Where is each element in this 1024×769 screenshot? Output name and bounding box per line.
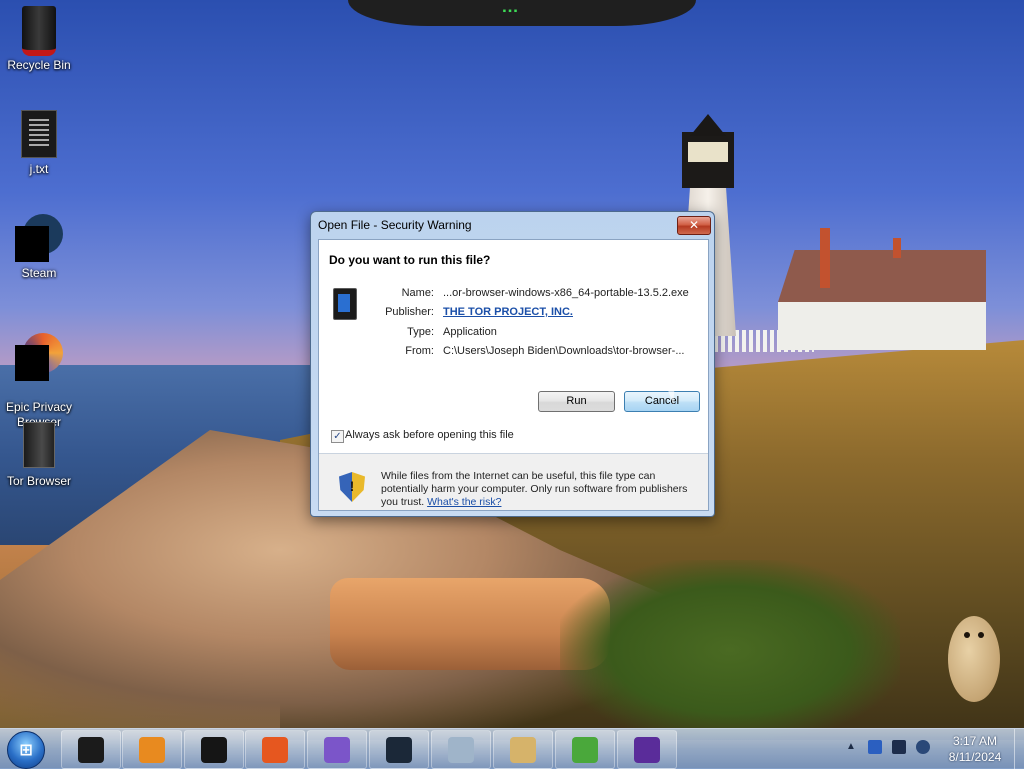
paint-icon: [510, 737, 536, 763]
hamster-desktop-pet[interactable]: [944, 606, 1004, 706]
taskbar-item-3[interactable]: [184, 730, 244, 769]
steam-icon: [386, 737, 412, 763]
run-button[interactable]: Run: [538, 391, 615, 412]
taskbar-item-5[interactable]: [307, 730, 367, 769]
always-ask-checkbox[interactable]: ✓: [331, 430, 344, 443]
recycle-bin-icon: [22, 6, 56, 56]
taskbar-item-9[interactable]: [555, 730, 615, 769]
tray-overflow-button[interactable]: ▲: [846, 741, 856, 752]
tor-file-icon: [201, 737, 227, 763]
close-button[interactable]: ✕: [677, 216, 711, 235]
publisher-label: Publisher:: [385, 306, 434, 318]
bluetooth-icon[interactable]: [868, 740, 882, 754]
gadget-indicator: ▪▪▪: [502, 6, 520, 17]
black-box-app-icon: [78, 737, 104, 763]
desktop-icon-label: Tor Browser: [6, 474, 71, 488]
taskbar: ⊞ ▲ 3:17 AM 8/11/2024: [0, 728, 1024, 769]
windows-logo-icon: ⊞: [19, 742, 33, 759]
tor-browser-icon: [23, 422, 55, 468]
desktop-icon-recycle-bin[interactable]: Recycle Bin: [1, 6, 77, 72]
volume-icon[interactable]: [916, 740, 930, 754]
wallpaper-bush: [560, 560, 900, 740]
security-warning-dialog: Open File - Security Warning ✕ Do you wa…: [310, 211, 715, 517]
dialog-body: Do you want to run this file? Name: ...o…: [318, 239, 709, 511]
always-ask-label[interactable]: Always ask before opening this file: [345, 429, 514, 441]
from-label: From:: [405, 345, 434, 357]
from-value: C:\Users\Joseph Biden\Downloads\tor-brow…: [443, 345, 685, 357]
taskbar-item-10[interactable]: [617, 730, 677, 769]
desktop-icon-j-txt[interactable]: j.txt: [1, 110, 77, 176]
taskbar-item-7[interactable]: [431, 730, 491, 769]
info-text: While files from the Internet can be use…: [381, 470, 696, 509]
tor-browser-file-icon: [333, 288, 357, 320]
top-gadget-bar: ▪▪▪: [348, 0, 696, 26]
taskbar-item-4[interactable]: [245, 730, 305, 769]
dialog-question: Do you want to run this file?: [329, 253, 491, 267]
type-label: Type:: [407, 326, 434, 338]
desktop-icon-tor-browser[interactable]: Tor Browser: [1, 422, 77, 488]
taskbar-item-6[interactable]: [369, 730, 429, 769]
wallpaper-house: [778, 250, 986, 350]
desktop-icon-label: Recycle Bin: [7, 58, 71, 72]
whats-the-risk-link[interactable]: What's the risk?: [427, 496, 501, 508]
start-button[interactable]: ⊞: [7, 731, 45, 769]
cancel-button[interactable]: Cancel: [624, 391, 700, 412]
hamster-eye: [964, 632, 970, 638]
show-desktop-button[interactable]: [1014, 729, 1024, 769]
firefox-icon: [262, 737, 288, 763]
epic-browser-icon: [324, 737, 350, 763]
dialog-titlebar[interactable]: Open File - Security Warning ✕: [311, 212, 714, 238]
publisher-link[interactable]: THE TOR PROJECT, INC.: [443, 306, 703, 318]
media-player-icon: [139, 737, 165, 763]
type-value: Application: [443, 326, 497, 338]
steam-icon: [15, 214, 63, 262]
dialog-title: Open File - Security Warning: [318, 218, 472, 232]
hamster-eye: [978, 632, 984, 638]
epic-privacy-browser-icon: [15, 333, 63, 381]
taskbar-item-2[interactable]: [122, 730, 182, 769]
tor-browser-icon: [634, 737, 660, 763]
clock-time: 3:17 AM: [952, 734, 998, 748]
desktop-icon-label: j.txt: [29, 162, 49, 176]
name-value: ...or-browser-windows-x86_64-portable-13…: [443, 287, 689, 299]
name-label: Name:: [401, 287, 434, 299]
desktop-icon-steam[interactable]: Steam: [1, 214, 77, 280]
windows-update-icon: [572, 737, 598, 763]
clock-date: 8/11/2024: [948, 750, 1002, 764]
clock[interactable]: 3:17 AM 8/11/2024: [940, 733, 1010, 765]
calculator-icon: [448, 737, 474, 763]
desktop-icon-label: Steam: [21, 266, 57, 280]
network-icon[interactable]: [892, 740, 906, 754]
taskbar-item-1[interactable]: [61, 730, 121, 769]
text-file-icon: [21, 110, 57, 158]
taskbar-item-8[interactable]: [493, 730, 553, 769]
